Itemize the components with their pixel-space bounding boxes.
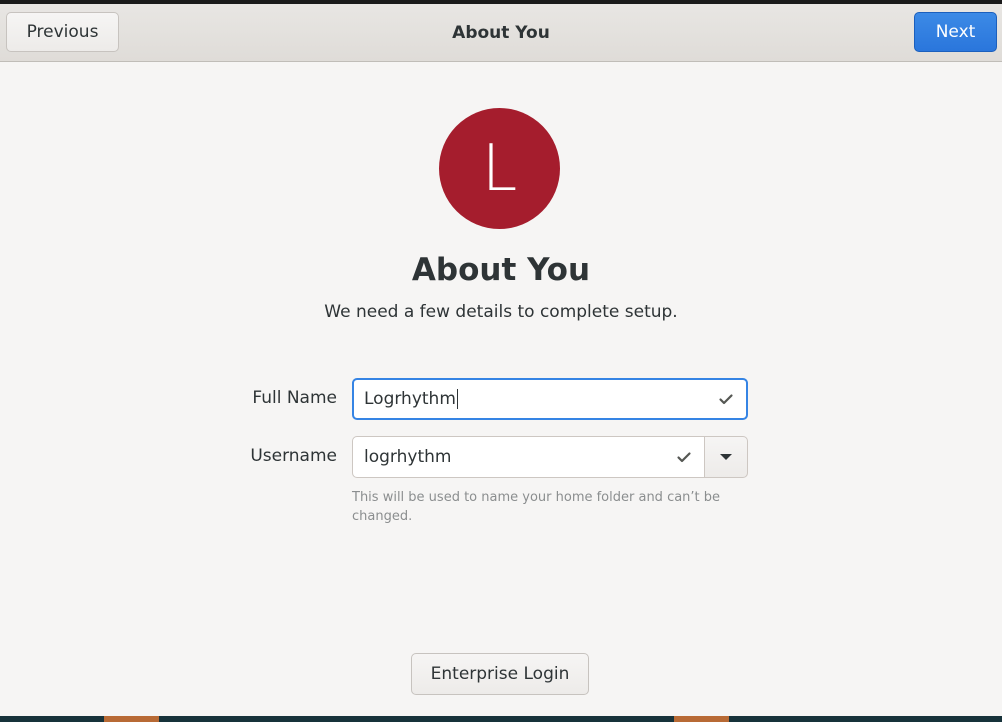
desktop-accent-right — [674, 716, 729, 722]
page-title: About You — [411, 252, 591, 288]
page-subtitle: We need a few details to complete setup. — [324, 302, 678, 322]
full-name-label: Full Name — [252, 388, 337, 408]
header-title: About You — [452, 23, 550, 43]
username-label: Username — [250, 446, 337, 466]
username-hint: This will be used to name your home fold… — [352, 490, 721, 524]
next-button[interactable]: Next — [914, 12, 997, 52]
full-name-input[interactable]: Logrhythm — [352, 378, 748, 420]
full-name-value: Logrhythm — [364, 389, 456, 409]
header-bar: About You Previous Next — [0, 4, 1002, 62]
username-value: logrhythm — [364, 447, 452, 467]
check-icon — [677, 452, 691, 463]
screen: About You Previous Next L About You We n… — [0, 0, 1002, 722]
full-name-value-wrap: Logrhythm — [364, 389, 718, 409]
avatar-initial: L — [481, 131, 518, 206]
avatar[interactable]: L — [439, 108, 560, 229]
desktop-accent-left — [104, 716, 159, 722]
text-caret — [456, 389, 458, 409]
setup-window: About You Previous Next L About You We n… — [0, 4, 1002, 716]
enterprise-login-button[interactable]: Enterprise Login — [411, 653, 589, 695]
previous-button[interactable]: Previous — [6, 12, 119, 52]
triangle-down-icon — [720, 454, 732, 460]
username-input[interactable]: logrhythm — [352, 436, 705, 478]
username-dropdown-button[interactable] — [704, 436, 748, 478]
check-icon — [719, 394, 733, 405]
